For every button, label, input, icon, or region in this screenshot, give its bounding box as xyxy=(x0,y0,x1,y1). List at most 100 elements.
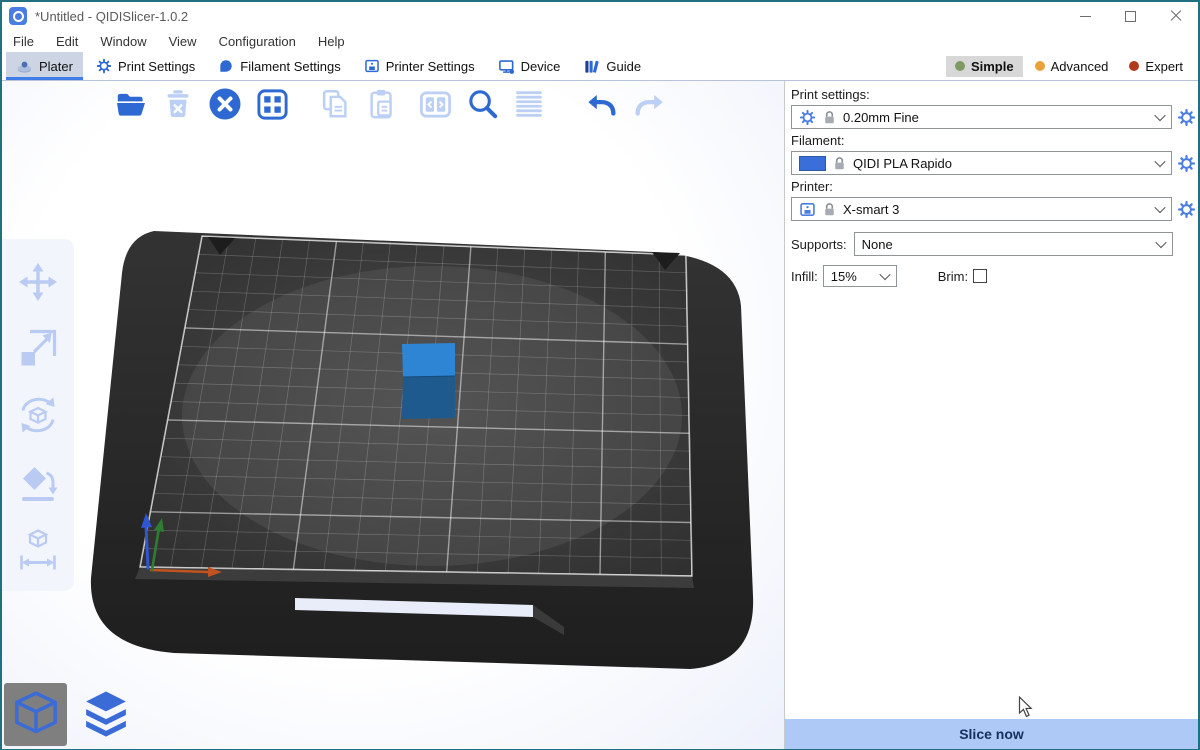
size-tool-button[interactable] xyxy=(14,524,62,572)
tab-filament-settings[interactable]: Filament Settings xyxy=(208,52,350,80)
rotate-tool-button[interactable] xyxy=(14,391,62,439)
filament-select[interactable]: QIDI PLA Rapido xyxy=(791,151,1172,175)
open-folder-icon xyxy=(114,87,148,121)
menu-help[interactable]: Help xyxy=(307,34,356,49)
filament-row: QIDI PLA Rapido xyxy=(791,151,1196,175)
place-on-face-tool-button[interactable] xyxy=(14,458,62,506)
chevron-down-icon xyxy=(1154,202,1165,213)
mode-selector: Simple Advanced Expert xyxy=(946,52,1198,80)
model-cube[interactable] xyxy=(402,343,455,419)
tab-printer-settings[interactable]: Printer Settings xyxy=(354,52,485,80)
guide-books-icon xyxy=(583,58,600,75)
mode-advanced[interactable]: Advanced xyxy=(1026,56,1118,77)
maximize-icon xyxy=(1125,11,1136,22)
viewport-3d[interactable] xyxy=(2,81,784,749)
printer-value: X-smart 3 xyxy=(843,202,899,217)
menu-file[interactable]: File xyxy=(2,34,45,49)
mode-label: Advanced xyxy=(1051,59,1109,74)
brim-checkbox[interactable] xyxy=(973,269,987,283)
lock-icon xyxy=(823,202,836,217)
menu-edit[interactable]: Edit xyxy=(45,34,89,49)
window-controls xyxy=(1063,2,1198,30)
close-button[interactable] xyxy=(1153,2,1198,30)
lock-icon xyxy=(833,156,846,171)
infill-select[interactable]: 15% xyxy=(823,265,897,287)
mode-expert[interactable]: Expert xyxy=(1120,56,1192,77)
titlebar: *Untitled - QIDISlicer-1.0.2 xyxy=(2,2,1198,30)
arrange-grid-icon xyxy=(255,87,290,122)
toolbar-top xyxy=(112,84,668,124)
search-button[interactable] xyxy=(463,84,501,124)
arrange-button[interactable] xyxy=(253,84,291,124)
place-on-face-icon xyxy=(16,460,60,504)
print-settings-row: 0.20mm Fine xyxy=(791,105,1196,129)
gear-icon xyxy=(96,58,112,74)
delete-all-button[interactable] xyxy=(206,84,244,124)
filament-label: Filament: xyxy=(791,133,1196,148)
scale-icon xyxy=(16,326,60,370)
printer-select[interactable]: X-smart 3 xyxy=(791,197,1172,221)
printer-label: Printer: xyxy=(791,179,1196,194)
redo-icon xyxy=(632,87,666,121)
supports-value: None xyxy=(862,237,893,252)
tab-label: Plater xyxy=(39,59,73,74)
tab-print-settings[interactable]: Print Settings xyxy=(86,52,205,80)
mode-simple[interactable]: Simple xyxy=(946,56,1023,77)
edit-print-settings-button[interactable] xyxy=(1176,107,1196,127)
slice-now-button[interactable]: Slice now xyxy=(785,719,1198,749)
edit-printer-button[interactable] xyxy=(1176,199,1196,219)
print-settings-value: 0.20mm Fine xyxy=(843,110,919,125)
delete-button[interactable] xyxy=(159,84,197,124)
bed-3d-scene[interactable] xyxy=(2,81,784,749)
open-file-button[interactable] xyxy=(112,84,150,124)
maximize-button[interactable] xyxy=(1108,2,1153,30)
expert-mode-dot-icon xyxy=(1129,61,1139,71)
mode-label: Simple xyxy=(971,59,1014,74)
gear-icon xyxy=(1177,108,1196,127)
close-icon xyxy=(1170,10,1182,22)
layer-lines-icon xyxy=(512,87,546,121)
split-button[interactable] xyxy=(416,84,454,124)
scale-tool-button[interactable] xyxy=(14,324,62,372)
redo-button[interactable] xyxy=(630,84,668,124)
tab-label: Guide xyxy=(606,59,641,74)
menu-view[interactable]: View xyxy=(158,34,208,49)
rotate-icon xyxy=(16,393,60,437)
copy-icon xyxy=(318,87,352,121)
split-panes-icon xyxy=(418,87,453,122)
filament-value: QIDI PLA Rapido xyxy=(853,156,952,171)
edit-filament-button[interactable] xyxy=(1176,153,1196,173)
paste-button[interactable] xyxy=(363,84,401,124)
brim-label: Brim: xyxy=(938,269,968,284)
printer-icon xyxy=(799,201,816,218)
gear-icon xyxy=(799,109,816,126)
qidislicer-window: { "titlebar": { "title": "*Untitled - QI… xyxy=(0,0,1200,750)
copy-button[interactable] xyxy=(316,84,354,124)
supports-select[interactable]: None xyxy=(854,232,1173,256)
plater-icon xyxy=(16,58,33,75)
print-settings-select[interactable]: 0.20mm Fine xyxy=(791,105,1172,129)
preview-layers-view-button[interactable] xyxy=(74,683,137,746)
tab-label: Printer Settings xyxy=(386,59,475,74)
undo-button[interactable] xyxy=(583,84,621,124)
move-tool-button[interactable] xyxy=(14,258,62,306)
tab-device[interactable]: Device xyxy=(488,52,571,80)
delete-all-icon xyxy=(207,86,243,122)
menu-configuration[interactable]: Configuration xyxy=(208,34,307,49)
tab-guide[interactable]: Guide xyxy=(573,52,651,80)
tab-plater[interactable]: Plater xyxy=(6,52,83,80)
menu-window[interactable]: Window xyxy=(89,34,157,49)
minimize-button[interactable] xyxy=(1063,2,1108,30)
infill-row: Infill: 15% Brim: xyxy=(791,265,1196,287)
right-settings-panel: Print settings: 0.20mm Fine Filament: QI… xyxy=(784,81,1198,749)
variable-layer-height-button[interactable] xyxy=(510,84,548,124)
infill-label: Infill: xyxy=(791,269,818,284)
mouse-cursor xyxy=(1016,696,1034,718)
size-icon xyxy=(16,526,60,570)
advanced-mode-dot-icon xyxy=(1035,61,1045,71)
editor-3d-view-button[interactable] xyxy=(4,683,67,746)
app-logo-icon xyxy=(9,7,27,25)
chevron-down-icon xyxy=(1155,237,1166,248)
tab-label: Filament Settings xyxy=(240,59,340,74)
paste-clipboard-icon xyxy=(365,87,399,121)
